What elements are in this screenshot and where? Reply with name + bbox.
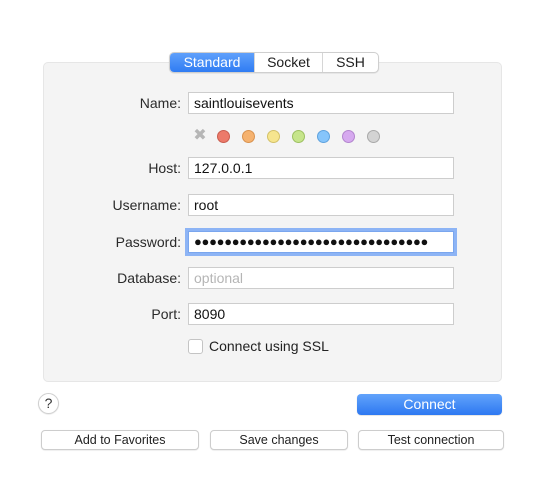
tab-ssh[interactable]: SSH <box>322 53 378 72</box>
ssl-option[interactable]: Connect using SSL <box>188 338 329 354</box>
password-label: Password: <box>115 234 181 250</box>
ssl-checkbox-label[interactable]: Connect using SSL <box>209 338 329 354</box>
password-field[interactable]: ●●●●●●●●●●●●●●●●●●●●●●●●●●●●●●● <box>185 228 457 256</box>
username-label: Username: <box>112 197 181 213</box>
color-swatch-green[interactable] <box>292 129 305 143</box>
color-swatch-purple[interactable] <box>342 129 355 143</box>
clear-color-icon[interactable]: ✖ <box>192 128 208 144</box>
color-swatch-red[interactable] <box>217 129 230 143</box>
name-field[interactable]: saintlouisevents <box>188 92 454 114</box>
username-field[interactable]: root <box>188 194 454 216</box>
color-tag-picker: ✖ <box>192 128 392 144</box>
help-button[interactable]: ? <box>38 393 59 414</box>
color-swatch-orange[interactable] <box>242 129 255 143</box>
connection-type-tabs: Standard Socket SSH <box>169 52 379 73</box>
host-label: Host: <box>148 160 181 176</box>
name-label: Name: <box>139 95 181 111</box>
host-field[interactable]: 127.0.0.1 <box>188 157 454 179</box>
database-placeholder: optional <box>194 270 244 286</box>
save-changes-button[interactable]: Save changes <box>210 430 348 450</box>
color-swatch-blue[interactable] <box>317 129 330 143</box>
database-label: Database: <box>117 270 181 286</box>
port-label: Port: <box>151 306 181 322</box>
connect-button[interactable]: Connect <box>357 394 502 415</box>
database-field[interactable]: optional <box>188 267 454 289</box>
ssl-checkbox[interactable] <box>188 338 203 354</box>
color-swatch-gray[interactable] <box>367 129 380 143</box>
color-swatch-yellow[interactable] <box>267 129 280 143</box>
test-connection-button[interactable]: Test connection <box>358 430 504 450</box>
tab-socket[interactable]: Socket <box>254 53 322 72</box>
tab-standard[interactable]: Standard <box>170 53 254 72</box>
add-to-favorites-button[interactable]: Add to Favorites <box>41 430 199 450</box>
port-field[interactable]: 8090 <box>188 303 454 325</box>
